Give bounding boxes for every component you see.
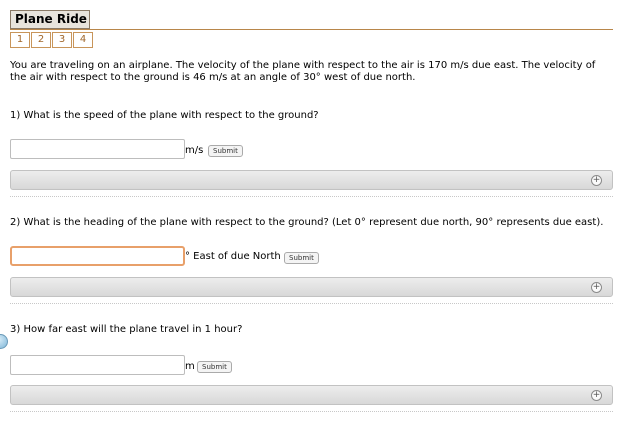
- question-2-answer-input[interactable]: [10, 246, 185, 266]
- plus-circle-icon[interactable]: +: [591, 175, 602, 186]
- question-3-answer-input[interactable]: [10, 355, 185, 375]
- page-navigation: 1 2 3 4: [10, 32, 94, 48]
- question-2-hint-bar[interactable]: +: [10, 277, 613, 297]
- help-bubble-icon[interactable]: [0, 334, 8, 349]
- question-2-unit: ° East of due North: [185, 251, 281, 262]
- question-2-submit-button[interactable]: Submit: [284, 252, 319, 264]
- section-divider: [10, 196, 613, 197]
- question-1-hint-bar[interactable]: +: [10, 170, 613, 190]
- question-2-text: 2) What is the heading of the plane with…: [10, 217, 604, 228]
- page-4-link[interactable]: 4: [73, 32, 93, 48]
- plus-circle-icon[interactable]: +: [591, 282, 602, 293]
- page-title: Plane Ride: [10, 10, 90, 29]
- question-1-unit: m/s: [185, 145, 204, 156]
- section-divider: [10, 303, 613, 304]
- page-2-link[interactable]: 2: [31, 32, 51, 48]
- section-divider: [10, 411, 613, 412]
- plus-circle-icon[interactable]: +: [591, 390, 602, 401]
- question-1-submit-button[interactable]: Submit: [208, 145, 243, 157]
- question-1-answer-input[interactable]: [10, 139, 185, 159]
- question-3-submit-button[interactable]: Submit: [197, 361, 232, 373]
- page-1-link[interactable]: 1: [10, 32, 30, 48]
- question-1-text: 1) What is the speed of the plane with r…: [10, 110, 319, 121]
- problem-statement: You are traveling on an airplane. The ve…: [10, 60, 596, 83]
- page-3-link[interactable]: 3: [52, 32, 72, 48]
- title-divider: [10, 29, 613, 30]
- question-3-text: 3) How far east will the plane travel in…: [10, 324, 243, 335]
- question-3-hint-bar[interactable]: +: [10, 385, 613, 405]
- question-3-unit: m: [185, 361, 195, 372]
